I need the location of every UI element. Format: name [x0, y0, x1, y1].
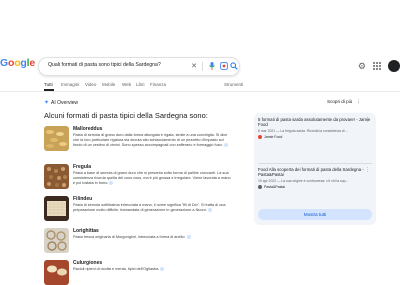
card-divider	[258, 163, 372, 164]
culurgiones-image[interactable]	[44, 260, 69, 285]
search-header: Google Quali formati di pasta sono tipic…	[0, 55, 400, 77]
item-title: Culurgiones	[73, 260, 103, 266]
answer-heading: Alcuni formati di pasta tipici della Sar…	[44, 111, 208, 120]
lens-icon[interactable]	[219, 61, 229, 71]
avatar[interactable]	[388, 60, 400, 72]
search-divider	[202, 62, 203, 71]
source-link-icon[interactable]	[160, 267, 165, 271]
item-description: Pasta di semola sottilissima intrecciata…	[73, 203, 226, 212]
top-blank-area	[0, 0, 400, 50]
close-icon[interactable]: ✕	[189, 61, 199, 71]
more-options-icon[interactable]: ⋮	[365, 117, 370, 123]
item-description: Pasta di semola di grano duro dalla form…	[73, 133, 228, 147]
source-card-snippet: 19 apr 2022 — La sua origine è controver…	[258, 178, 349, 183]
item-title: Malloreddus	[73, 126, 103, 132]
tab-finanza[interactable]: Finanza	[150, 82, 166, 87]
ai-overview-actions: Scopri di più ⋮	[327, 99, 361, 105]
tab-tutti[interactable]: Tutti	[44, 82, 53, 87]
tab-immagini[interactable]: Immagini	[61, 82, 79, 87]
source-card-site: Jamie Food	[258, 135, 372, 139]
item-title: Lorighittas	[73, 228, 99, 234]
site-favicon-icon	[258, 185, 262, 189]
source-card[interactable]: Food Alla scoperta dei formati di pasta …	[258, 167, 372, 189]
item-title: Fregula	[73, 164, 92, 170]
tab-libri[interactable]: Libri	[136, 82, 145, 87]
search-icon[interactable]	[229, 61, 239, 71]
tools-button[interactable]: Strumenti	[224, 82, 243, 87]
header-actions: ⚙	[358, 58, 400, 74]
more-options-icon[interactable]: ⋮	[356, 99, 361, 105]
item-description: Ravioli ripieni di ricotta e menta, tipi…	[73, 267, 233, 272]
source-link-icon[interactable]	[207, 208, 212, 212]
source-link-icon[interactable]	[109, 181, 114, 185]
source-link-icon[interactable]	[186, 235, 191, 239]
lorighittas-image[interactable]	[44, 228, 69, 253]
malloreddus-image[interactable]	[44, 126, 69, 151]
item-description: Pasta fresca originaria di Morgongiori, …	[73, 235, 233, 240]
sources-panel: 5 formati di pasta sarda assolutamente d…	[254, 113, 376, 225]
source-card-site: Pasta&Pastai	[258, 185, 372, 189]
header-divider	[0, 91, 400, 92]
tab-web[interactable]: Web	[122, 82, 131, 87]
source-link-icon[interactable]	[223, 143, 228, 147]
sparkle-icon: ✦	[44, 100, 50, 106]
source-card-title[interactable]: Food Alla scoperta dei formati di pasta …	[258, 167, 372, 178]
site-favicon-icon	[258, 135, 262, 139]
show-all-button[interactable]: Mostra tutti	[258, 209, 372, 220]
ai-overview-header: ✦ AI Overview	[44, 99, 78, 107]
google-logo[interactable]: Google	[0, 57, 35, 69]
search-box[interactable]: Quali formati di pasta sono tipici della…	[38, 57, 240, 76]
item-title: Filindeu	[73, 196, 93, 202]
tab-video[interactable]: Video	[85, 82, 96, 87]
source-card-title[interactable]: 5 formati di pasta sarda assolutamente d…	[258, 117, 372, 128]
fregula-image[interactable]	[44, 164, 69, 189]
source-card[interactable]: 5 formati di pasta sarda assolutamente d…	[258, 117, 372, 139]
filindeu-image[interactable]	[44, 196, 69, 221]
gear-icon[interactable]: ⚙	[358, 61, 366, 72]
ai-overview-label: AI Overview	[51, 99, 78, 106]
more-options-icon[interactable]: ⋮	[365, 167, 370, 173]
learn-more-link[interactable]: Scopri di più	[327, 99, 352, 105]
search-input[interactable]: Quali formati di pasta sono tipici della…	[48, 62, 161, 68]
apps-grid-icon[interactable]	[373, 62, 381, 70]
item-description: Pasta a base di semola di grano duro che…	[73, 171, 231, 185]
mic-icon[interactable]	[207, 61, 217, 71]
source-card-snippet: 8 mar 2021 — La fregola sarda. Ricorda l…	[258, 128, 349, 133]
tab-mobile[interactable]: Mobile	[102, 82, 115, 87]
